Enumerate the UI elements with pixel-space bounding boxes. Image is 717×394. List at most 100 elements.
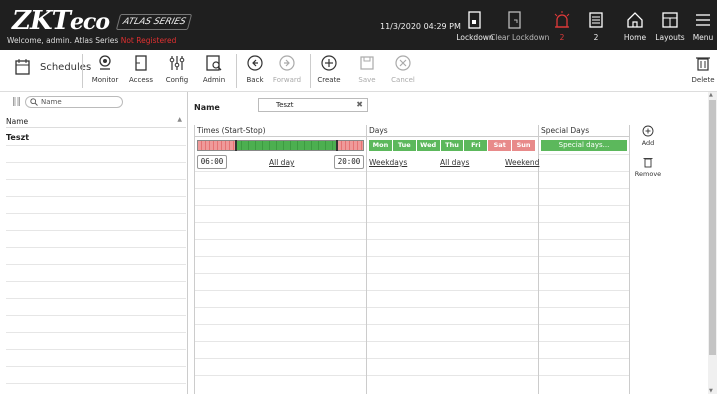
admin-icon xyxy=(206,55,222,71)
list-empty-row xyxy=(6,231,186,248)
list-empty-row xyxy=(6,282,186,299)
series-badge: ATLAS SERIES xyxy=(115,14,193,30)
events-button[interactable]: 2 xyxy=(584,0,608,50)
special-days-header: Special Days xyxy=(539,125,629,137)
toolbar-divider xyxy=(310,54,311,88)
top-bar: ZKTeco ATLAS SERIES Welcome, admin. Atla… xyxy=(0,0,717,50)
day-tue[interactable]: Tue xyxy=(392,140,417,151)
schedules-title: Schedules xyxy=(40,61,92,73)
trash-icon xyxy=(643,158,653,168)
logo: ZKTeco xyxy=(12,6,110,36)
sort-arrow-icon: ▲ xyxy=(177,116,182,123)
day-sun[interactable]: Sun xyxy=(512,140,537,151)
schedules-section: Schedules xyxy=(14,58,91,76)
vertical-scrollbar[interactable]: ▲ ▼ xyxy=(708,92,717,394)
forward-icon xyxy=(279,55,295,71)
plus-circle-icon xyxy=(321,55,337,71)
list-empty-row xyxy=(6,214,186,231)
name-input[interactable]: Teszt ✖ xyxy=(258,98,368,112)
all-day-link[interactable]: All day xyxy=(269,158,294,167)
day-sat[interactable]: Sat xyxy=(488,140,513,151)
remove-row-button[interactable]: Remove xyxy=(632,156,664,178)
list-empty-row xyxy=(6,248,186,265)
special-days-button[interactable]: Special days... xyxy=(541,140,627,151)
special-days-column: Special Days Special days... xyxy=(539,125,630,394)
menu-icon xyxy=(696,14,710,26)
delete-button[interactable]: Delete xyxy=(690,54,716,84)
datetime: 11/3/2020 04:29 PM xyxy=(380,22,461,31)
events-icon xyxy=(589,12,603,28)
add-row-button[interactable]: Add xyxy=(632,125,664,147)
plus-circle-icon xyxy=(642,125,654,137)
lockdown-button[interactable]: Lockdown xyxy=(455,0,495,50)
save-button[interactable]: Save xyxy=(356,54,378,84)
clear-lockdown-button[interactable]: Clear Lockdown xyxy=(490,0,549,50)
cancel-icon xyxy=(395,55,411,71)
monitor-button[interactable]: Monitor xyxy=(90,54,120,84)
layouts-icon xyxy=(662,12,678,28)
list-empty-row xyxy=(6,197,186,214)
home-button[interactable]: Home xyxy=(620,0,650,50)
scrollbar-thumb[interactable] xyxy=(709,100,716,355)
cancel-button[interactable]: Cancel xyxy=(390,54,416,84)
lockdown-icon xyxy=(468,11,481,29)
list-empty-row xyxy=(6,265,186,282)
access-icon xyxy=(135,55,147,71)
start-time-input[interactable]: 06:00 xyxy=(197,155,227,169)
back-button[interactable]: Back xyxy=(243,54,267,84)
toolbar: Schedules Monitor Access Config Admin Ba… xyxy=(0,50,717,92)
registration-status: Not Registered xyxy=(120,36,177,45)
day-thu[interactable]: Thu xyxy=(440,140,465,151)
times-header: Times (Start-Stop) xyxy=(195,125,366,137)
end-time-input[interactable]: 20:00 xyxy=(334,155,364,169)
day-mon[interactable]: Mon xyxy=(369,140,393,151)
create-button[interactable]: Create xyxy=(316,54,342,84)
list-empty-row xyxy=(6,367,186,384)
day-fri[interactable]: Fri xyxy=(464,140,489,151)
search-input[interactable]: Name xyxy=(25,96,123,108)
list-item[interactable]: Teszt xyxy=(6,129,186,146)
schedule-editor: Name Teszt ✖ Times (Start-Stop) 06:00 Al… xyxy=(188,92,717,394)
back-icon xyxy=(247,55,263,71)
save-icon xyxy=(360,56,374,70)
alarm-icon xyxy=(554,11,570,28)
scroll-down-icon[interactable]: ▼ xyxy=(709,388,713,394)
weekdays-link[interactable]: Weekdays xyxy=(369,158,407,167)
forward-button[interactable]: Forward xyxy=(272,54,302,84)
toolbar-divider xyxy=(82,54,83,88)
layouts-button[interactable]: Layouts xyxy=(655,0,685,50)
home-icon xyxy=(627,12,643,28)
schedule-grid: Times (Start-Stop) 06:00 All day 20:00 D… xyxy=(194,125,630,394)
list-empty-row xyxy=(6,333,186,350)
menu-button[interactable]: Menu xyxy=(691,0,715,50)
day-selector: Mon Tue Wed Thu Fri Sat Sun xyxy=(369,140,537,151)
name-label: Name xyxy=(194,103,220,112)
schedule-list-pane: ‖‖ Name Name ▲ Teszt xyxy=(0,92,188,394)
days-header: Days xyxy=(367,125,538,137)
clear-lockdown-icon xyxy=(508,11,521,29)
day-wed[interactable]: Wed xyxy=(416,140,441,151)
list-column-header[interactable]: Name ▲ xyxy=(6,116,186,128)
list-empty-row xyxy=(6,163,186,180)
search-icon xyxy=(30,98,38,106)
start-handle[interactable] xyxy=(235,140,237,151)
schedules-icon xyxy=(15,59,30,75)
all-days-link[interactable]: All days xyxy=(440,158,469,167)
end-handle[interactable] xyxy=(336,140,338,151)
list-empty-row xyxy=(6,180,186,197)
list-empty-row xyxy=(6,299,186,316)
list-empty-row xyxy=(6,146,186,163)
alarm-button[interactable]: 2 xyxy=(550,0,574,50)
clear-icon[interactable]: ✖ xyxy=(356,99,363,111)
time-range-bar[interactable] xyxy=(197,140,364,151)
access-button[interactable]: Access xyxy=(126,54,156,84)
monitor-icon xyxy=(99,55,111,70)
columns-icon[interactable]: ‖‖ xyxy=(12,97,21,107)
scroll-up-icon[interactable]: ▲ xyxy=(709,92,713,98)
admin-button[interactable]: Admin xyxy=(200,54,228,84)
weekend-link[interactable]: Weekend xyxy=(505,158,539,167)
list-empty-row xyxy=(6,350,186,367)
config-button[interactable]: Config xyxy=(163,54,191,84)
config-icon xyxy=(169,56,185,70)
trash-icon xyxy=(696,57,710,71)
